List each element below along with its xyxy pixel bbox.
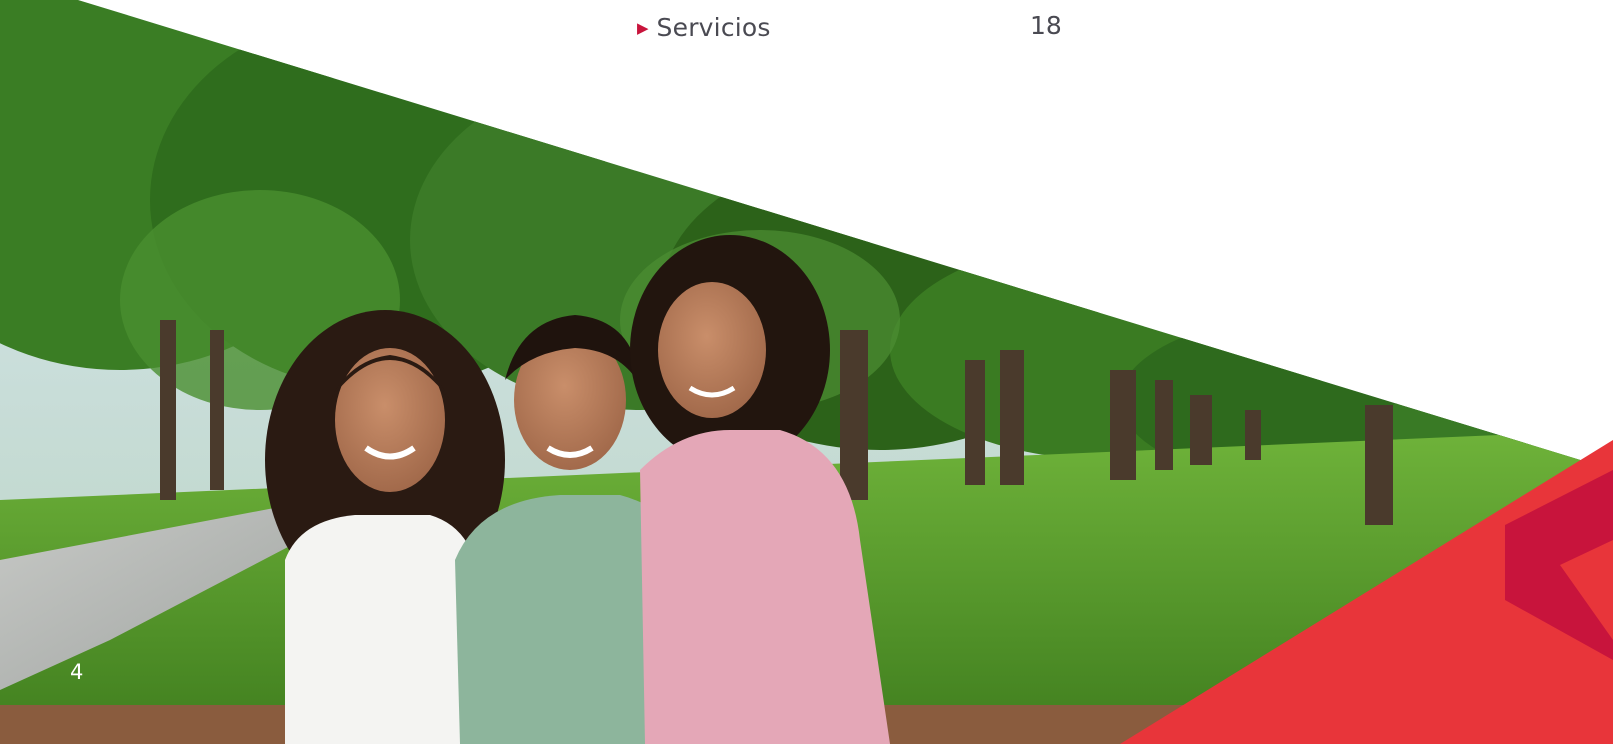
photo-banner xyxy=(0,0,1613,744)
triangle-bullet-icon: ▶ xyxy=(637,19,649,37)
toc-page-number: 18 xyxy=(1030,11,1062,40)
toc-entry-servicios[interactable]: ▶ Servicios 18 xyxy=(637,10,1067,44)
toc-label: Servicios xyxy=(656,12,771,42)
page-number: 4 xyxy=(70,660,84,684)
